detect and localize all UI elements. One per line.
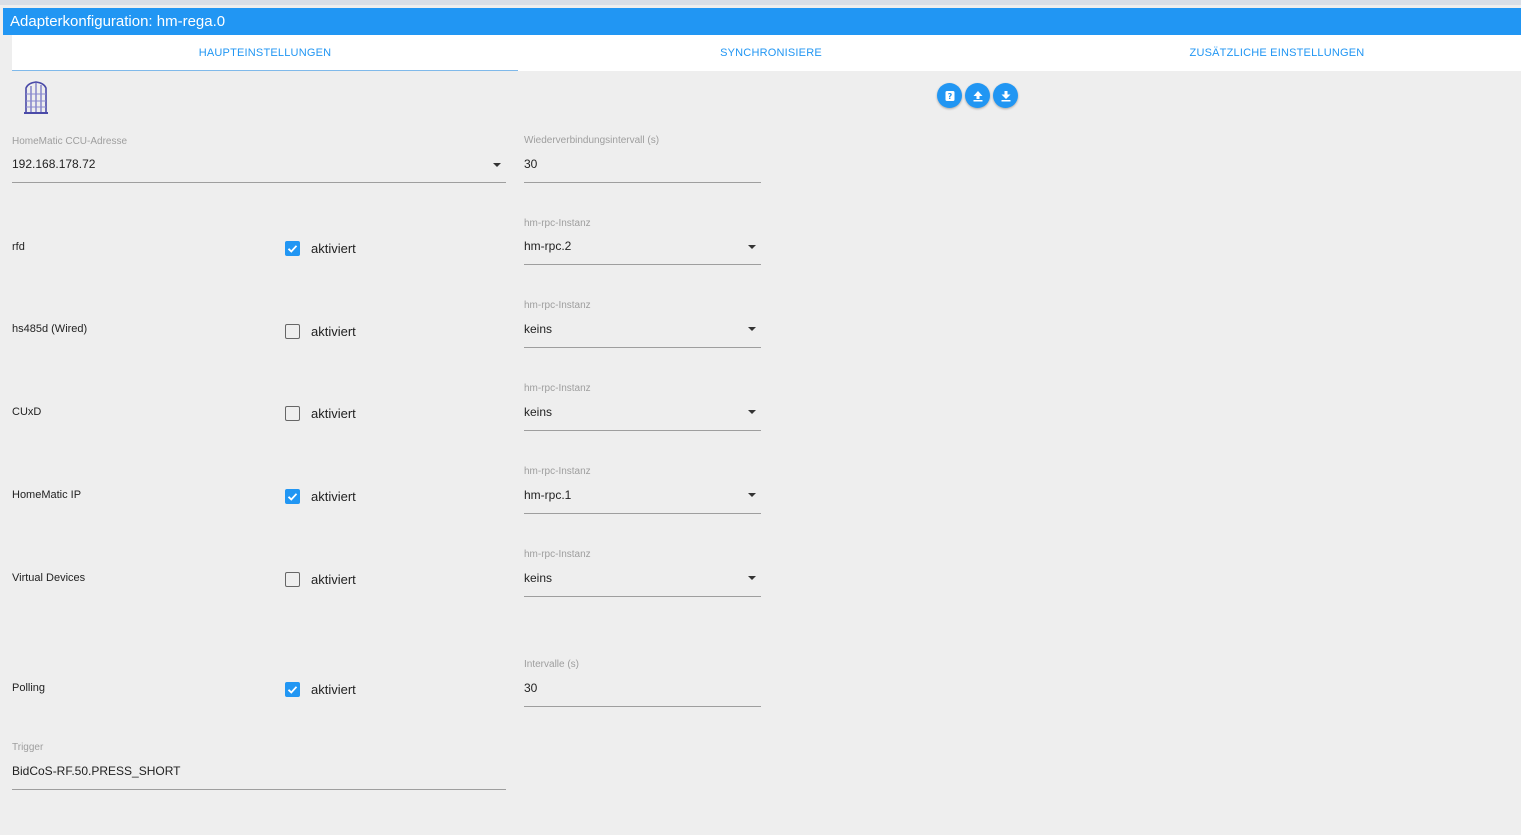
rfd-checkbox[interactable] [285,241,300,256]
checkmark-icon [287,245,298,253]
homematic-ip-instance-select[interactable]: hm-rpc.1 [524,488,571,502]
homematic-ip-instance-label: hm-rpc-Instanz [524,466,591,477]
rfd-instance-select[interactable]: hm-rpc.2 [524,239,571,253]
hs485d-instance-label: hm-rpc-Instanz [524,300,591,311]
tab-haupteinstellungen[interactable]: HAUPTEINSTELLUNGEN [12,35,518,71]
svg-text:?: ? [947,92,952,101]
cuxd-checkbox[interactable] [285,406,300,421]
virtual-devices-checkbox[interactable] [285,572,300,587]
window-top-strip [0,0,1521,5]
rfd-label: rfd [12,241,25,253]
rfd-instance-dropdown-icon[interactable] [748,245,756,249]
cuxd-instance-label: hm-rpc-Instanz [524,383,591,394]
trigger-input[interactable]: BidCoS-RF.50.PRESS_SHORT [12,764,181,778]
polling-checkbox[interactable] [285,682,300,697]
homematic-ip-instance-underline [524,513,761,514]
tab-zusaetzliche-einstellungen[interactable]: ZUSÄTZLICHE EINSTELLUNGEN [1024,35,1521,71]
upload-button[interactable] [965,83,990,108]
polling-interval-underline [524,706,761,707]
polling-label: Polling [12,682,46,694]
ccu-address-select[interactable]: 192.168.178.72 [12,157,95,171]
hs485d-instance-select[interactable]: keins [524,322,552,336]
ccu-address-label: HomeMatic CCU-Adresse [12,136,128,147]
adapter-logo-icon [24,81,48,114]
cuxd-instance-underline [524,430,761,431]
download-button[interactable] [993,83,1018,108]
hs485d-label: hs485d (Wired) [12,323,88,335]
virtual-devices-label: Virtual Devices [12,572,86,584]
tab-synchronisiere[interactable]: SYNCHRONISIERE [518,35,1024,71]
polling-interval-input[interactable]: 30 [524,681,537,695]
dialog-title: Adapterkonfiguration: hm-rega.0 [3,8,1521,35]
help-icon: ? [945,90,954,101]
download-icon [1001,90,1010,101]
checkmark-icon [287,493,298,501]
hs485d-instance-dropdown-icon[interactable] [748,327,756,331]
reconnect-interval-label: Wiederverbindungsintervall (s) [524,135,660,146]
trigger-label: Trigger [12,742,44,753]
cuxd-label: CUxD [12,406,42,418]
upload-icon [973,90,982,101]
ccu-address-underline [12,182,506,183]
homematic-ip-checkbox[interactable] [285,489,300,504]
checkmark-icon [287,686,298,694]
help-button[interactable]: ? [937,83,962,108]
virtual-devices-enabled-label: aktiviert [311,572,356,587]
hs485d-enabled-label: aktiviert [311,324,356,339]
cuxd-enabled-label: aktiviert [311,406,356,421]
reconnect-interval-underline [524,182,761,183]
rfd-instance-underline [524,264,761,265]
homematic-ip-enabled-label: aktiviert [311,489,356,504]
virtual-devices-instance-select[interactable]: keins [524,571,552,585]
homematic-ip-instance-dropdown-icon[interactable] [748,493,756,497]
rfd-instance-label: hm-rpc-Instanz [524,218,591,229]
ccu-address-dropdown-icon[interactable] [493,163,501,167]
virtual-devices-instance-dropdown-icon[interactable] [748,576,756,580]
trigger-underline [12,789,506,790]
reconnect-interval-input[interactable]: 30 [524,157,537,171]
cuxd-instance-dropdown-icon[interactable] [748,410,756,414]
tab-bar: HAUPTEINSTELLUNGEN SYNCHRONISIERE ZUSÄTZ… [12,35,1521,71]
rfd-enabled-label: aktiviert [311,241,356,256]
homematic-ip-label: HomeMatic IP [12,489,82,501]
cuxd-instance-select[interactable]: keins [524,405,552,419]
virtual-devices-instance-label: hm-rpc-Instanz [524,549,591,560]
hs485d-instance-underline [524,347,761,348]
virtual-devices-instance-underline [524,596,761,597]
polling-enabled-label: aktiviert [311,682,356,697]
hs485d-checkbox[interactable] [285,324,300,339]
polling-interval-label: Intervalle (s) [524,659,580,670]
